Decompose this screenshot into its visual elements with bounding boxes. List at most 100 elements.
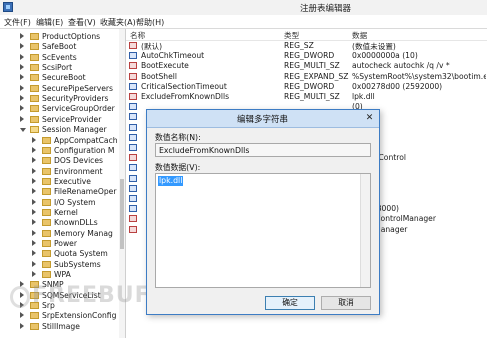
folder-icon: [42, 167, 51, 175]
value-row[interactable]: (默认) REG_SZ (数值未设置): [126, 41, 487, 51]
folder-icon: [30, 53, 39, 61]
collapsed-arrow-icon[interactable]: [20, 95, 24, 102]
collapsed-arrow-icon[interactable]: [20, 84, 24, 91]
value-name: BootShell: [141, 71, 178, 81]
collapsed-arrow-icon[interactable]: [32, 157, 36, 164]
dialog-title-bar: 编辑多字符串 ✕: [147, 110, 379, 128]
reg-binary-icon: [129, 52, 137, 60]
folder-icon: [42, 219, 51, 227]
menu-file[interactable]: 文件(F): [4, 17, 31, 28]
folder-icon: [30, 64, 39, 72]
collapsed-arrow-icon[interactable]: [32, 208, 36, 215]
value-row[interactable]: CriticalSectionTimeout REG_DWORD 0x00278d0…: [126, 82, 487, 92]
folder-icon: [30, 322, 39, 330]
values-list-header: 名称 类型 数据: [126, 29, 487, 41]
folder-icon: [30, 115, 39, 123]
collapsed-arrow-icon[interactable]: [20, 115, 24, 122]
edit-multi-string-dialog: 编辑多字符串 ✕ 数值名称(N): ExcludeFromKnownDlls 数…: [146, 109, 380, 315]
tree-item-label: ScsiPort: [42, 63, 73, 73]
reg-string-icon: [129, 72, 137, 80]
column-data[interactable]: 数据: [352, 30, 367, 41]
tree-item-label: Configuration M: [54, 145, 115, 155]
collapsed-arrow-icon[interactable]: [32, 271, 36, 278]
collapsed-arrow-icon[interactable]: [20, 105, 24, 112]
value-data: lpk.dll: [352, 92, 375, 101]
value-type: REG_MULTI_SZ: [284, 92, 340, 101]
folder-icon: [30, 74, 39, 82]
folder-icon: [42, 198, 51, 206]
tree-item-label: SafeBoot: [42, 42, 77, 52]
value-data: autocheck autochk /q /v *: [352, 61, 450, 71]
value-name: ExcludeFromKnownDlls: [141, 92, 230, 101]
collapsed-arrow-icon[interactable]: [20, 322, 24, 329]
window-title: 注册表编辑器: [300, 4, 352, 14]
value-name-label: 数值名称(N):: [155, 133, 201, 142]
value-row[interactable]: BootShell REG_EXPAND_SZ %SystemRoot%\syste…: [126, 72, 487, 82]
collapsed-arrow-icon[interactable]: [32, 250, 36, 257]
menu-view[interactable]: 查看(V): [68, 17, 96, 28]
collapsed-arrow-icon[interactable]: [20, 53, 24, 60]
tree-item-label: ServiceGroupOrder: [42, 104, 115, 114]
tree-item-label: KnownDLLs: [54, 218, 98, 228]
tree-item-label: ScEvents: [42, 52, 77, 62]
tree-item-label: Environment: [54, 166, 103, 176]
folder-icon: [30, 84, 39, 92]
column-type[interactable]: 类型: [284, 30, 299, 41]
reg-binary-icon: [129, 133, 137, 141]
collapsed-arrow-icon[interactable]: [20, 33, 24, 39]
textarea-scrollbar[interactable]: [360, 174, 370, 287]
collapsed-arrow-icon[interactable]: [32, 260, 36, 267]
tree-item-label: Power: [54, 239, 77, 248]
value-data: 0x0000000a (10): [352, 51, 418, 61]
value-row[interactable]: AutoChkTimeout REG_DWORD 0x0000000a (10): [126, 51, 487, 61]
collapsed-arrow-icon[interactable]: [20, 43, 24, 50]
collapsed-arrow-icon[interactable]: [32, 136, 36, 143]
collapsed-arrow-icon[interactable]: [32, 146, 36, 153]
collapsed-arrow-icon[interactable]: [32, 219, 36, 226]
value-type: REG_SZ: [284, 41, 314, 50]
tree-item-label: ProductOptions: [42, 32, 101, 41]
close-icon[interactable]: ✕: [363, 113, 376, 124]
value-name: AutoChkTimeout: [141, 51, 205, 61]
collapsed-arrow-icon[interactable]: [32, 198, 36, 205]
value-name: BootExecute: [141, 61, 189, 71]
value-data-textarea[interactable]: lpk.dll: [155, 173, 371, 288]
value-name-field[interactable]: ExcludeFromKnownDlls: [155, 143, 371, 157]
value-row[interactable]: BootExecute REG_MULTI_SZ autocheck autochk…: [126, 61, 487, 71]
collapsed-arrow-icon[interactable]: [32, 167, 36, 174]
collapsed-arrow-icon[interactable]: [32, 240, 36, 246]
reg-string-icon: [129, 215, 137, 223]
reg-string-icon: [129, 62, 137, 70]
reg-binary-icon: [129, 103, 137, 111]
value-type: REG_DWORD: [284, 81, 335, 91]
collapsed-arrow-icon[interactable]: [32, 188, 36, 195]
menu-help[interactable]: 帮助(H): [136, 17, 164, 28]
folder-icon: [42, 136, 51, 144]
ok-button[interactable]: 确定: [265, 296, 315, 310]
menu-favorites[interactable]: 收藏夹(A): [100, 17, 136, 28]
tree-item-label: AppCompatCach: [54, 135, 118, 145]
value-row[interactable]: ExcludeFromKnownDlls REG_MULTI_SZ lpk.dll: [126, 92, 487, 102]
watermark: FREEBUF: [32, 283, 151, 308]
reg-binary-icon: [129, 174, 137, 182]
menu-edit[interactable]: 编辑(E): [36, 17, 63, 28]
column-name[interactable]: 名称: [130, 30, 145, 41]
collapsed-arrow-icon[interactable]: [32, 229, 36, 236]
folder-icon: [42, 146, 51, 154]
tree-item-label: SecurePipeServers: [42, 83, 113, 93]
tree-item-label: DOS Devices: [54, 156, 103, 166]
tree-item-label: Kernel: [54, 207, 78, 217]
folder-icon: [42, 177, 51, 185]
collapsed-arrow-icon[interactable]: [20, 74, 24, 81]
expanded-arrow-icon[interactable]: [20, 128, 26, 133]
collapsed-arrow-icon[interactable]: [20, 312, 24, 319]
value-type: REG_MULTI_SZ: [284, 61, 340, 71]
collapsed-arrow-icon[interactable]: [20, 64, 24, 71]
reg-string-icon: [129, 42, 137, 49]
folder-icon: [30, 312, 39, 320]
cancel-button[interactable]: 取消: [321, 296, 371, 310]
tree-scroll-thumb[interactable]: [120, 179, 124, 249]
collapsed-arrow-icon[interactable]: [32, 177, 36, 184]
reg-binary-icon: [129, 113, 137, 121]
value-data: 0x00278d00 (2592000): [352, 81, 443, 91]
